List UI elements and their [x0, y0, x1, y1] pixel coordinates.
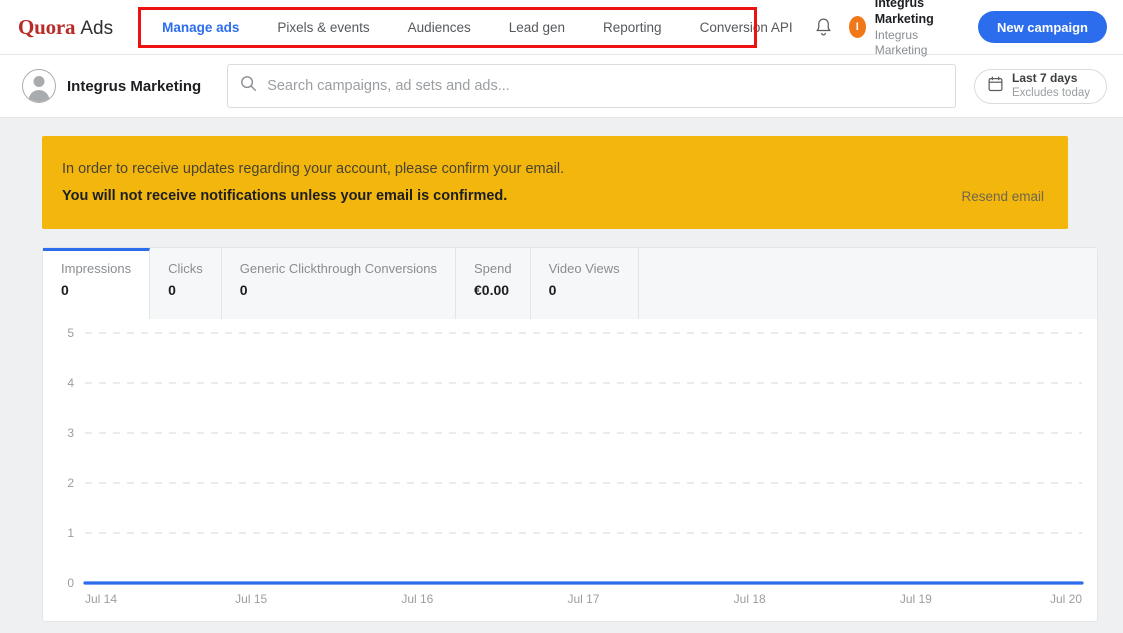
metric-tab-generic-clickthrough-conversions[interactable]: Generic Clickthrough Conversions 0: [221, 248, 457, 319]
account-search-row: Integrus Marketing Last 7 days Excludes …: [0, 55, 1123, 118]
metric-value: 0: [239, 282, 248, 298]
svg-text:Jul 15: Jul 15: [235, 592, 267, 606]
top-navigation-bar: Quora Ads Manage ads Pixels & events Aud…: [0, 0, 1123, 58]
new-campaign-button[interactable]: New campaign: [977, 11, 1107, 43]
account-subtitle: Integrus Marketing: [874, 27, 928, 57]
date-range-labels: Last 7 days Excludes today: [1012, 71, 1090, 100]
search-field-wrapper[interactable]: [227, 64, 956, 108]
banner-primary-text: In order to receive updates regarding yo…: [62, 161, 565, 177]
svg-text:5: 5: [67, 326, 74, 340]
banner-secondary-text: You will not receive notifications unles…: [62, 188, 508, 204]
date-range-picker[interactable]: Last 7 days Excludes today: [974, 68, 1107, 104]
metric-label: Spend: [474, 261, 512, 276]
performance-card: Impressions 0 Clicks 0 Generic Clickthro…: [42, 247, 1098, 622]
metric-label: Clicks: [168, 261, 203, 276]
metric-tab-spend[interactable]: Spend €0.00: [456, 248, 531, 319]
resend-email-link[interactable]: Resend email: [961, 161, 1044, 204]
banner-text-block: In order to receive updates regarding yo…: [62, 161, 564, 204]
brand-name-ads: Ads: [80, 17, 114, 39]
date-range-note: Excludes today: [1012, 87, 1090, 100]
profile-name-label: Integrus Marketing: [67, 77, 202, 95]
nav-item-manage-ads[interactable]: Manage ads: [143, 0, 258, 55]
confirm-email-banner: In order to receive updates regarding yo…: [42, 136, 1068, 229]
svg-text:1: 1: [67, 526, 74, 540]
brand-logo[interactable]: Quora Ads: [18, 15, 117, 40]
brand-name-quora: Quora: [18, 14, 76, 39]
user-avatar-icon: [22, 69, 56, 103]
svg-text:Jul 18: Jul 18: [734, 592, 766, 606]
metric-tabs: Impressions 0 Clicks 0 Generic Clickthro…: [43, 248, 1097, 319]
top-bar-right-controls: I Integrus Marketing Integrus Marketing …: [812, 0, 1123, 58]
nav-item-conversion-api[interactable]: Conversion API: [681, 0, 812, 55]
date-range-value: Last 7 days: [1012, 71, 1078, 86]
performance-chart: 0 1 2 3 4 5 Jul 14 Jul 15 Jul 16 Jul 17 Jul 18 Jul …: [43, 319, 1097, 622]
metric-tab-video-views[interactable]: Video Views 0: [530, 248, 639, 319]
page-content: In order to receive updates regarding yo…: [0, 118, 1123, 622]
notification-bell-icon[interactable]: [812, 12, 835, 42]
main-nav: Manage ads Pixels & events Audiences Lea…: [143, 0, 812, 54]
svg-text:4: 4: [67, 376, 74, 390]
search-input[interactable]: [267, 78, 943, 94]
metric-label: Video Views: [548, 261, 620, 276]
svg-text:Jul 17: Jul 17: [567, 592, 599, 606]
nav-item-pixels-events[interactable]: Pixels & events: [258, 0, 388, 55]
calendar-icon: [988, 76, 1003, 97]
account-switcher[interactable]: I Integrus Marketing Integrus Marketing: [848, 0, 960, 58]
search-icon: [240, 75, 257, 97]
chart-canvas: 0 1 2 3 4 5 Jul 14 Jul 15 Jul 16 Jul 17 Jul 18 Jul …: [67, 326, 1084, 606]
metric-value: 0: [61, 282, 69, 298]
svg-text:3: 3: [67, 426, 74, 440]
metric-tab-impressions[interactable]: Impressions 0: [43, 248, 151, 319]
metric-value: €0.00: [474, 282, 510, 298]
svg-text:Jul 14: Jul 14: [85, 592, 117, 606]
svg-text:Jul 19: Jul 19: [900, 592, 932, 606]
account-name: Integrus Marketing: [874, 0, 934, 26]
account-profile[interactable]: Integrus Marketing: [22, 69, 201, 103]
account-labels: Integrus Marketing Integrus Marketing: [875, 0, 960, 58]
metric-value: 0: [168, 282, 176, 298]
account-avatar: I: [848, 16, 866, 38]
metric-value: 0: [548, 282, 557, 298]
nav-item-audiences[interactable]: Audiences: [389, 0, 490, 55]
metric-label: Generic Clickthrough Conversions: [239, 261, 438, 276]
metric-tab-clicks[interactable]: Clicks 0: [150, 248, 222, 319]
nav-item-lead-gen[interactable]: Lead gen: [490, 0, 584, 55]
metric-tabs-filler: [638, 248, 1097, 319]
nav-item-reporting[interactable]: Reporting: [584, 0, 681, 55]
svg-text:Jul 20: Jul 20: [1050, 592, 1082, 606]
metric-label: Impressions: [61, 261, 132, 276]
svg-text:2: 2: [67, 476, 74, 490]
svg-text:Jul 16: Jul 16: [401, 592, 433, 606]
svg-text:0: 0: [67, 576, 74, 590]
